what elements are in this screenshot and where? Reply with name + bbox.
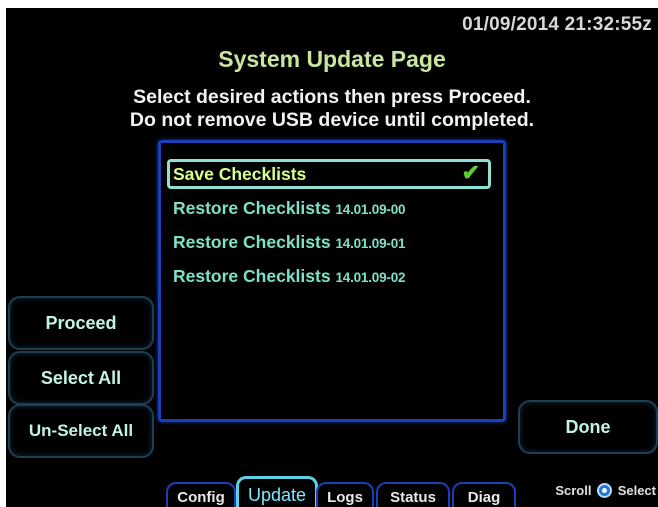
timestamp: 01/09/2014 21:32:55z (462, 14, 652, 35)
list-item-save-checklists[interactable]: Save Checklists ✔ (167, 159, 491, 189)
rotary-knob-icon (597, 483, 613, 498)
list-item-version: 14.01.09-00 (335, 202, 406, 217)
proceed-button[interactable]: Proceed (8, 296, 154, 350)
page-title: System Update Page (218, 46, 446, 72)
tab-diag[interactable]: Diag (452, 482, 516, 507)
unselect-all-button[interactable]: Un-Select All (8, 404, 154, 458)
checkmark-icon: ✔ (461, 160, 480, 185)
display-screen: 01/09/2014 21:32:55z System Update Page … (6, 8, 658, 507)
tab-status[interactable]: Status (376, 482, 450, 507)
list-item-label: Restore Checklists (173, 198, 331, 218)
select-all-button[interactable]: Select All (8, 351, 154, 405)
tab-logs[interactable]: Logs (316, 482, 374, 507)
list-item-restore-checklists[interactable]: Restore Checklists 14.01.09-02 (167, 261, 491, 291)
list-item-label: Restore Checklists (173, 232, 331, 252)
list-item-version: 14.01.09-02 (335, 270, 406, 285)
list-item-label: Save Checklists (173, 164, 307, 184)
tab-config[interactable]: Config (166, 482, 236, 507)
list-item-version: 14.01.09-01 (335, 236, 406, 251)
scroll-select-hint: Scroll Select (555, 483, 656, 498)
list-item-restore-checklists[interactable]: Restore Checklists 14.01.09-00 (167, 193, 491, 223)
action-list[interactable]: Save Checklists ✔ Restore Checklists 14.… (158, 140, 506, 422)
select-label: Select (617, 483, 656, 498)
tab-update[interactable]: Update (236, 476, 318, 507)
instruction-line-2: Do not remove USB device until completed… (129, 109, 535, 131)
instruction-line-1: Select desired actions then press Procee… (133, 86, 531, 108)
scroll-label: Scroll (555, 483, 592, 498)
done-button[interactable]: Done (518, 400, 658, 454)
list-item-restore-checklists[interactable]: Restore Checklists 14.01.09-01 (167, 227, 491, 257)
list-item-label: Restore Checklists (173, 266, 331, 286)
